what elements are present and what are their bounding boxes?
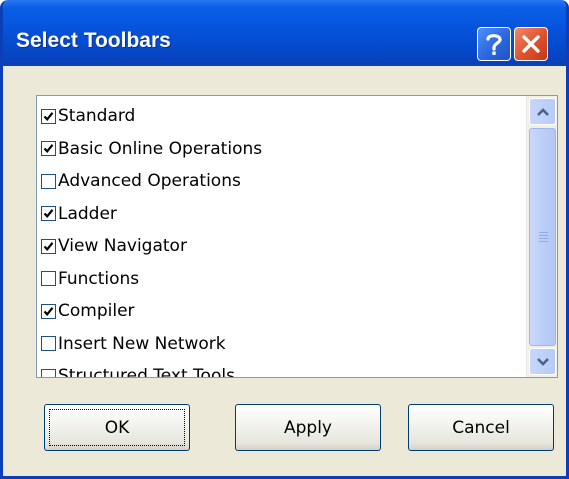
toolbar-item-label: Compiler (58, 301, 135, 322)
toolbar-list-item[interactable]: Compiler (41, 295, 516, 328)
unchecked-checkbox[interactable] (41, 368, 56, 377)
checkmark-icon (43, 241, 54, 251)
checkmark-icon (43, 209, 54, 219)
unchecked-checkbox[interactable] (41, 271, 56, 287)
cancel-button-label: Cancel (452, 417, 510, 438)
ok-button[interactable]: OK (44, 404, 190, 451)
unchecked-checkbox[interactable] (41, 336, 56, 352)
chevron-down-icon (536, 352, 550, 371)
apply-button-label: Apply (284, 417, 332, 438)
checked-checkbox[interactable] (41, 303, 56, 319)
toolbar-item-label: Ladder (58, 203, 117, 224)
toolbar-list-item[interactable]: Ladder (41, 198, 516, 231)
scroll-down-button[interactable] (529, 348, 556, 375)
toolbar-list-item[interactable]: Advanced Operations (41, 165, 516, 198)
checked-checkbox[interactable] (41, 108, 56, 124)
close-button[interactable] (514, 27, 548, 61)
checked-checkbox[interactable] (41, 141, 56, 157)
apply-button[interactable]: Apply (235, 404, 381, 451)
grip-line (539, 241, 548, 242)
scroll-thumb[interactable] (529, 128, 556, 346)
toolbar-list-item[interactable]: Basic Online Operations (41, 133, 516, 166)
select-toolbars-dialog: Select Toolbars Standard Basic Online Ope… (0, 0, 569, 479)
vertical-scrollbar[interactable] (526, 96, 557, 377)
dialog-title: Select Toolbars (16, 29, 171, 52)
unchecked-checkbox[interactable] (41, 173, 56, 189)
scroll-up-button[interactable] (529, 98, 556, 125)
toolbar-list-item[interactable]: Insert New Network (41, 328, 516, 361)
toolbars-list: Standard Basic Online Operations Advanced … (41, 100, 516, 378)
toolbar-list-item[interactable]: Structured Text Tools (41, 360, 516, 378)
toolbar-item-label: View Navigator (58, 236, 187, 257)
grip-line (539, 238, 548, 239)
help-button[interactable] (477, 27, 511, 61)
toolbar-list-item[interactable]: Functions (41, 263, 516, 296)
chevron-up-icon (536, 102, 550, 121)
toolbar-item-label: Advanced Operations (58, 171, 241, 192)
grip-line (539, 232, 548, 233)
toolbar-item-label: Insert New Network (58, 333, 226, 354)
grip-line (539, 235, 548, 236)
toolbar-item-label: Standard (58, 106, 136, 127)
help-icon (485, 32, 503, 56)
title-bar[interactable]: Select Toolbars (3, 0, 566, 66)
checkmark-icon (43, 306, 54, 316)
close-icon (521, 34, 541, 54)
toolbar-list-item[interactable]: View Navigator (41, 230, 516, 263)
toolbars-listbox[interactable]: Standard Basic Online Operations Advanced … (36, 95, 558, 378)
cancel-button[interactable]: Cancel (408, 404, 554, 451)
checkmark-icon (43, 144, 54, 154)
toolbar-list-item[interactable]: Standard (41, 100, 516, 133)
checkmark-icon (43, 111, 54, 121)
toolbar-item-label: Structured Text Tools (58, 366, 235, 378)
toolbar-item-label: Functions (58, 268, 140, 289)
checked-checkbox[interactable] (41, 238, 56, 254)
toolbar-item-label: Basic Online Operations (58, 138, 263, 159)
focus-rectangle (49, 409, 185, 446)
checked-checkbox[interactable] (41, 206, 56, 222)
